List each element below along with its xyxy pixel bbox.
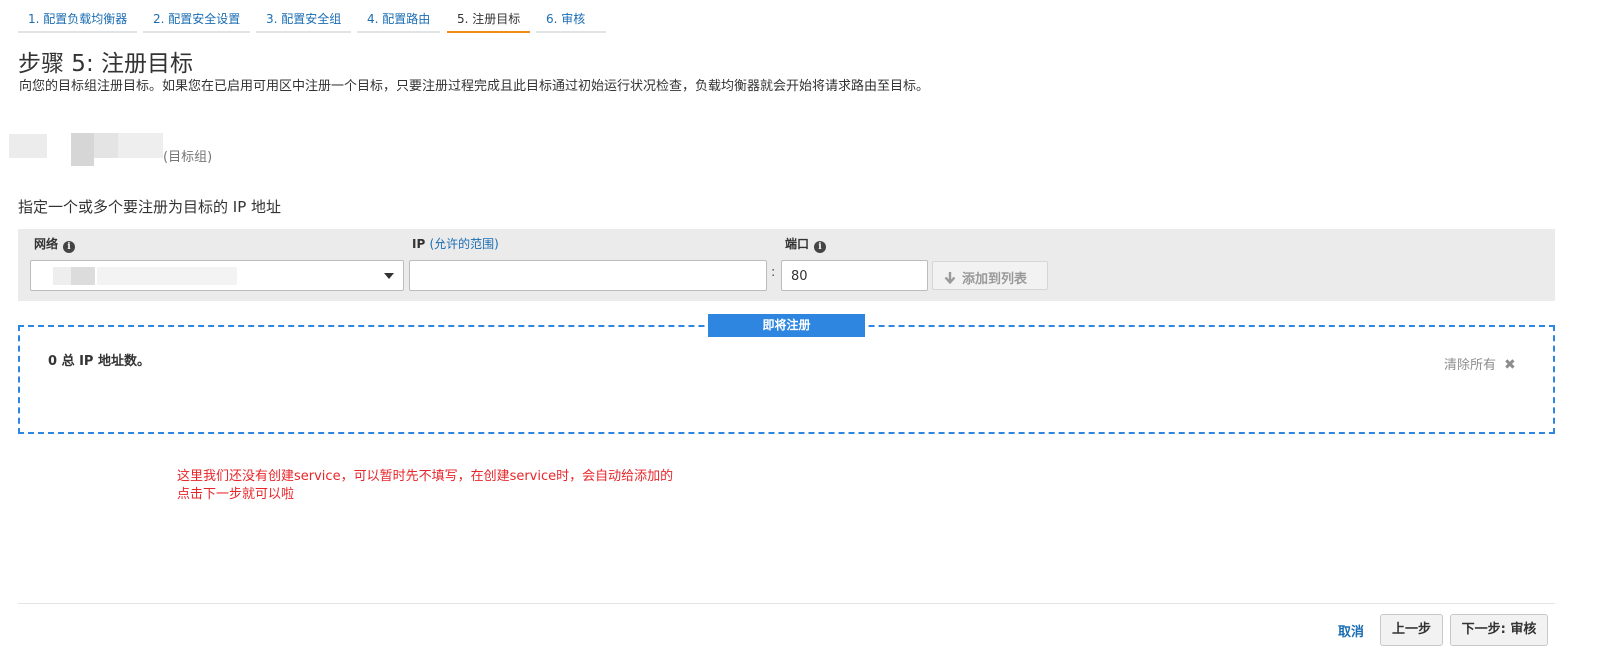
page-title: 步骤 5: 注册目标 xyxy=(18,51,194,77)
allowed-range-link[interactable]: (允许的范围) xyxy=(429,237,498,251)
clear-all-label: 清除所有 xyxy=(1444,358,1497,373)
annotation-note: 这里我们还没有创建service，可以暂时先不填写，在创建service时，会自… xyxy=(177,468,673,504)
ip-address-input[interactable] xyxy=(409,260,767,291)
tab-configure-load-balancer[interactable]: 1. 配置负载均衡器 xyxy=(18,6,138,33)
info-icon[interactable]: i xyxy=(814,241,827,253)
redacted-block xyxy=(9,134,47,158)
total-ip-count: 0 总 IP 地址数。 xyxy=(48,354,150,369)
cancel-link[interactable]: 取消 xyxy=(1338,621,1364,640)
port-input[interactable]: 80 xyxy=(781,260,928,291)
ip-label-wrap: IP (允许的范围) xyxy=(412,235,499,252)
tab-register-targets[interactable]: 5. 注册目标 xyxy=(447,6,531,33)
add-to-list-label: 添加到列表 xyxy=(962,272,1028,287)
network-label-wrap: 网络 i xyxy=(34,235,76,253)
network-label: 网络 xyxy=(34,237,59,251)
next-review-button[interactable]: 下一步: 审核 xyxy=(1450,614,1548,646)
port-label: 端口 xyxy=(785,237,810,251)
port-label-wrap: 端口 i xyxy=(785,235,827,253)
redacted-block xyxy=(118,133,163,158)
tab-configure-routing[interactable]: 4. 配置路由 xyxy=(357,6,441,33)
redacted-block xyxy=(71,267,95,285)
redacted-block xyxy=(97,267,237,285)
redacted-block xyxy=(71,133,94,166)
page-description: 向您的目标组注册目标。如果您在已启用可用区中注册一个目标，只要注册过程完成且此目… xyxy=(19,79,930,94)
ip-targets-heading: 指定一个或多个要注册为目标的 IP 地址 xyxy=(18,198,282,216)
info-icon[interactable]: i xyxy=(63,241,76,253)
annotation-line: 点击下一步就可以啦 xyxy=(177,487,295,502)
ip-label: IP xyxy=(412,237,426,251)
network-select[interactable] xyxy=(30,260,404,291)
tab-configure-security-settings[interactable]: 2. 配置安全设置 xyxy=(143,6,251,33)
previous-button[interactable]: 上一步 xyxy=(1380,614,1443,646)
annotation-line: 这里我们还没有创建service，可以暂时先不填写，在创建service时，会自… xyxy=(177,469,674,484)
clear-all-button[interactable]: 清除所有 ✖ xyxy=(1444,354,1516,373)
arrow-down-icon xyxy=(944,272,956,285)
add-to-list-button[interactable]: 添加到列表 xyxy=(932,261,1048,290)
ip-target-form: 网络 i IP (允许的范围) 端口 i : 80 添加到列表 xyxy=(18,229,1555,301)
pending-targets-area xyxy=(18,325,1555,434)
tab-review[interactable]: 6. 审核 xyxy=(536,6,606,33)
target-group-suffix: (目标组) xyxy=(163,150,213,165)
footer-divider xyxy=(18,603,1555,604)
chevron-down-icon[interactable] xyxy=(384,273,394,279)
close-icon: ✖ xyxy=(1504,357,1516,373)
tab-configure-security-group[interactable]: 3. 配置安全组 xyxy=(256,6,352,33)
redacted-block xyxy=(94,133,118,158)
pending-badge: 即将注册 xyxy=(708,314,865,337)
port-separator: : xyxy=(771,265,776,280)
